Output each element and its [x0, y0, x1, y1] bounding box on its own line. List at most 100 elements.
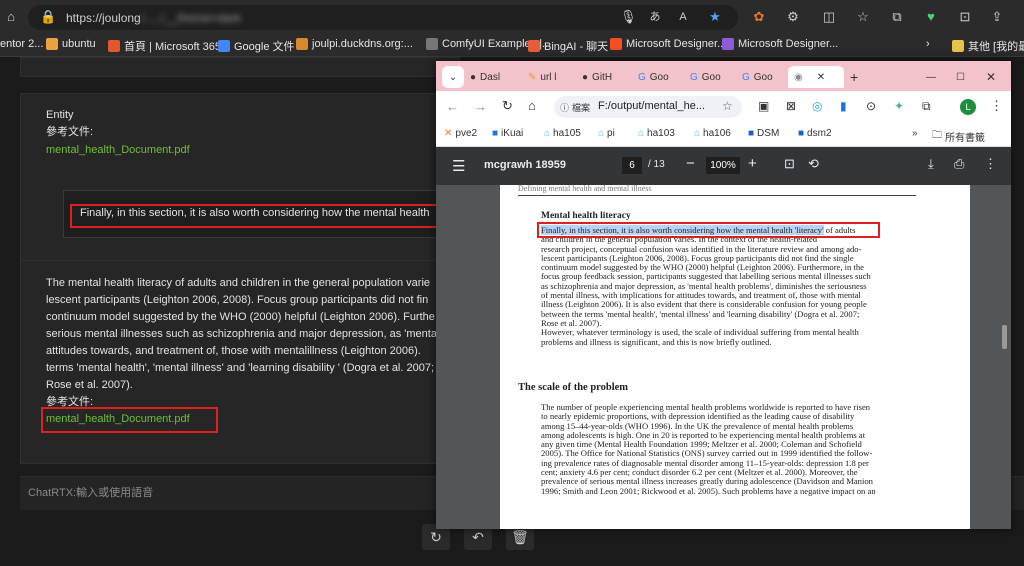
favorite-star-icon[interactable]: ★ [708, 10, 722, 24]
reference-file-link[interactable]: mental_health_Document.pdf [46, 142, 190, 159]
home-assistant-icon: ⌂ [694, 128, 701, 139]
close-window-button[interactable]: ✕ [986, 66, 996, 88]
new-tab-button[interactable]: + [850, 66, 858, 88]
maximize-button[interactable]: ☐ [956, 66, 965, 88]
pdf-toolbar: ☰ mcgrawh 18959 6 / 13 − 100% + ⊡ ⟲ ⤓ ⎙ … [436, 147, 1011, 185]
extension-icon[interactable]: ✿ [752, 10, 766, 24]
bookmark-item[interactable]: Microsoft Designer... [722, 38, 838, 50]
extension-icon[interactable]: ▣ [758, 99, 769, 113]
forward-icon[interactable]: → [474, 99, 487, 114]
split-screen-icon[interactable]: ◫ [822, 10, 836, 24]
translate-icon[interactable]: あ [648, 10, 662, 24]
dsm-icon: ■ [748, 128, 755, 139]
github-icon: ● [582, 71, 589, 83]
bookmark-item[interactable]: 首頁 | Microsoft 365 [108, 38, 221, 54]
bookmark-item[interactable]: ubuntu [46, 38, 96, 50]
zoom-in-button[interactable]: + [748, 155, 757, 172]
favorites-icon[interactable]: ☆ [856, 10, 870, 24]
bookmark-item[interactable]: entor 2... [0, 38, 43, 50]
collections-icon[interactable]: ⧉ [890, 10, 904, 24]
download-icon[interactable]: ⤓ [928, 156, 934, 172]
print-icon[interactable]: ⎙ [954, 156, 964, 172]
response-line: The mental health literacy of adults and… [46, 277, 431, 289]
bookmark-item[interactable]: joulpi.duckdns.org:... [296, 38, 413, 50]
bookmark-star-icon[interactable]: ☆ [722, 99, 733, 113]
page-number-input[interactable]: 6 [622, 157, 642, 174]
share-icon[interactable]: ⇪ [990, 10, 1004, 24]
header-rule [518, 195, 916, 196]
back-icon[interactable]: ← [446, 99, 459, 114]
home-icon[interactable]: ⌂ [528, 98, 536, 113]
extension-icon[interactable]: ✦ [894, 99, 904, 113]
home-icon[interactable]: ⌂ [4, 10, 18, 24]
bookmark-item[interactable]: Google 文件 [218, 38, 295, 54]
bookmarks-overflow-chevron[interactable]: › [926, 38, 930, 50]
chrome-tab-active[interactable]: ◉ ✕ [788, 66, 844, 88]
extension-icon[interactable]: ▮ [840, 99, 847, 113]
section-heading: Mental health literacy [541, 211, 631, 221]
bookmark-item[interactable]: ■ dsm2 [798, 128, 832, 139]
entity-label: Entity [46, 109, 74, 121]
extensions-puzzle-icon[interactable]: ⧉ [922, 99, 931, 114]
chrome-url-text: F:/output/mental_he... [598, 100, 706, 112]
folder-icon [952, 40, 964, 52]
bing-icon [528, 40, 540, 52]
extensions-puzzle-icon[interactable]: ⚙ [786, 10, 800, 24]
info-icon: ⓘ [560, 103, 570, 113]
more-options-icon[interactable]: ⋮ [984, 156, 997, 172]
edge-address-bar[interactable]: 🔒 https://joulong/...../__theme=dark 🎙 あ… [28, 5, 738, 30]
minimize-button[interactable]: — [926, 66, 936, 88]
chrome-tab[interactable]: G Goo [690, 66, 721, 88]
microphone-icon[interactable]: 🎙 [620, 10, 637, 24]
site-icon [296, 38, 308, 50]
screenshot-icon[interactable]: ⊡ [958, 10, 972, 24]
chrome-tab[interactable]: G Goo [638, 66, 669, 88]
bookmarks-overflow[interactable]: » [912, 128, 918, 139]
bookmark-item[interactable]: ⌂ ha106 [694, 128, 731, 139]
paragraph: Finally, in this section, it is also wor… [541, 225, 871, 347]
profile-avatar[interactable]: L [960, 99, 976, 115]
chat-input-placeholder: ChatRTX:輸入或使用語音 [28, 487, 154, 499]
edge-toolbar: ⌂ 🔒 https://joulong/...../__theme=dark 🎙… [0, 0, 1024, 35]
bookmark-item[interactable]: ■ iKuai [492, 128, 523, 139]
zoom-out-button[interactable]: − [686, 155, 695, 172]
designer-icon [610, 38, 622, 50]
health-icon[interactable]: ♥ [924, 10, 938, 24]
lock-icon[interactable]: 🔒 [40, 10, 56, 24]
extension-icon[interactable]: ⊠ [786, 99, 796, 113]
extension-icon[interactable]: ◎ [812, 99, 822, 113]
bookmark-item[interactable]: Microsoft Designer... [610, 38, 726, 50]
reload-icon[interactable]: ↻ [502, 98, 513, 114]
pdf-title: mcgrawh 18959 [484, 159, 566, 171]
bot-message-panel: Entity 參考文件: mental_health_Document.pdf … [20, 93, 463, 283]
bookmark-item[interactable]: ■ DSM [748, 128, 779, 139]
annotation-box-user-message [70, 204, 440, 228]
pdf-scrollbar-thumb[interactable] [1002, 325, 1007, 349]
chrome-tab[interactable]: G Goo [742, 66, 773, 88]
bookmark-item[interactable]: ⌂ ha103 [638, 128, 675, 139]
chrome-tab[interactable]: ● Dasl [470, 66, 500, 88]
chrome-tab[interactable]: ● GitH [582, 66, 612, 88]
extension-icon[interactable]: ⊙ [866, 99, 876, 113]
pdf-viewport[interactable]: Defining mental health and mental illnes… [436, 185, 1011, 529]
bookmark-folder[interactable]: 其他 [我的最愛] [952, 38, 1024, 54]
chrome-tab[interactable]: ✎ url l [528, 66, 557, 88]
bookmark-item[interactable]: ✕ pve2 [444, 128, 477, 139]
rotate-icon[interactable]: ⟲ [808, 156, 819, 172]
folder-icon: 🗀 [932, 130, 942, 141]
bookmark-item[interactable]: BingAI - 聊天 [528, 38, 608, 54]
m365-icon [108, 40, 120, 52]
all-bookmarks-folder[interactable]: 🗀 所有書籤 [932, 128, 985, 145]
close-icon: ✕ [816, 71, 826, 83]
chrome-address-bar[interactable]: ⓘ 檔案 F:/output/mental_he... ☆ [554, 96, 742, 118]
read-aloud-icon[interactable]: A [676, 10, 690, 24]
refresh-icon: ↻ [430, 529, 442, 545]
fit-page-icon[interactable]: ⊡ [784, 156, 795, 172]
tab-search-button[interactable]: ⌄ [442, 66, 464, 88]
zoom-input[interactable]: 100% [706, 157, 740, 174]
bookmark-item[interactable]: ⌂ pi [598, 128, 615, 139]
chrome-tab-strip: ⌄ ● Dasl ✎ url l ● GitH G Goo G Goo G Goo ◉ ✕ +… [436, 61, 1011, 91]
hamburger-menu-icon[interactable]: ☰ [452, 157, 465, 175]
bookmark-item[interactable]: ⌂ ha105 [544, 128, 581, 139]
menu-kebab-icon[interactable]: ⋮ [990, 98, 1003, 114]
